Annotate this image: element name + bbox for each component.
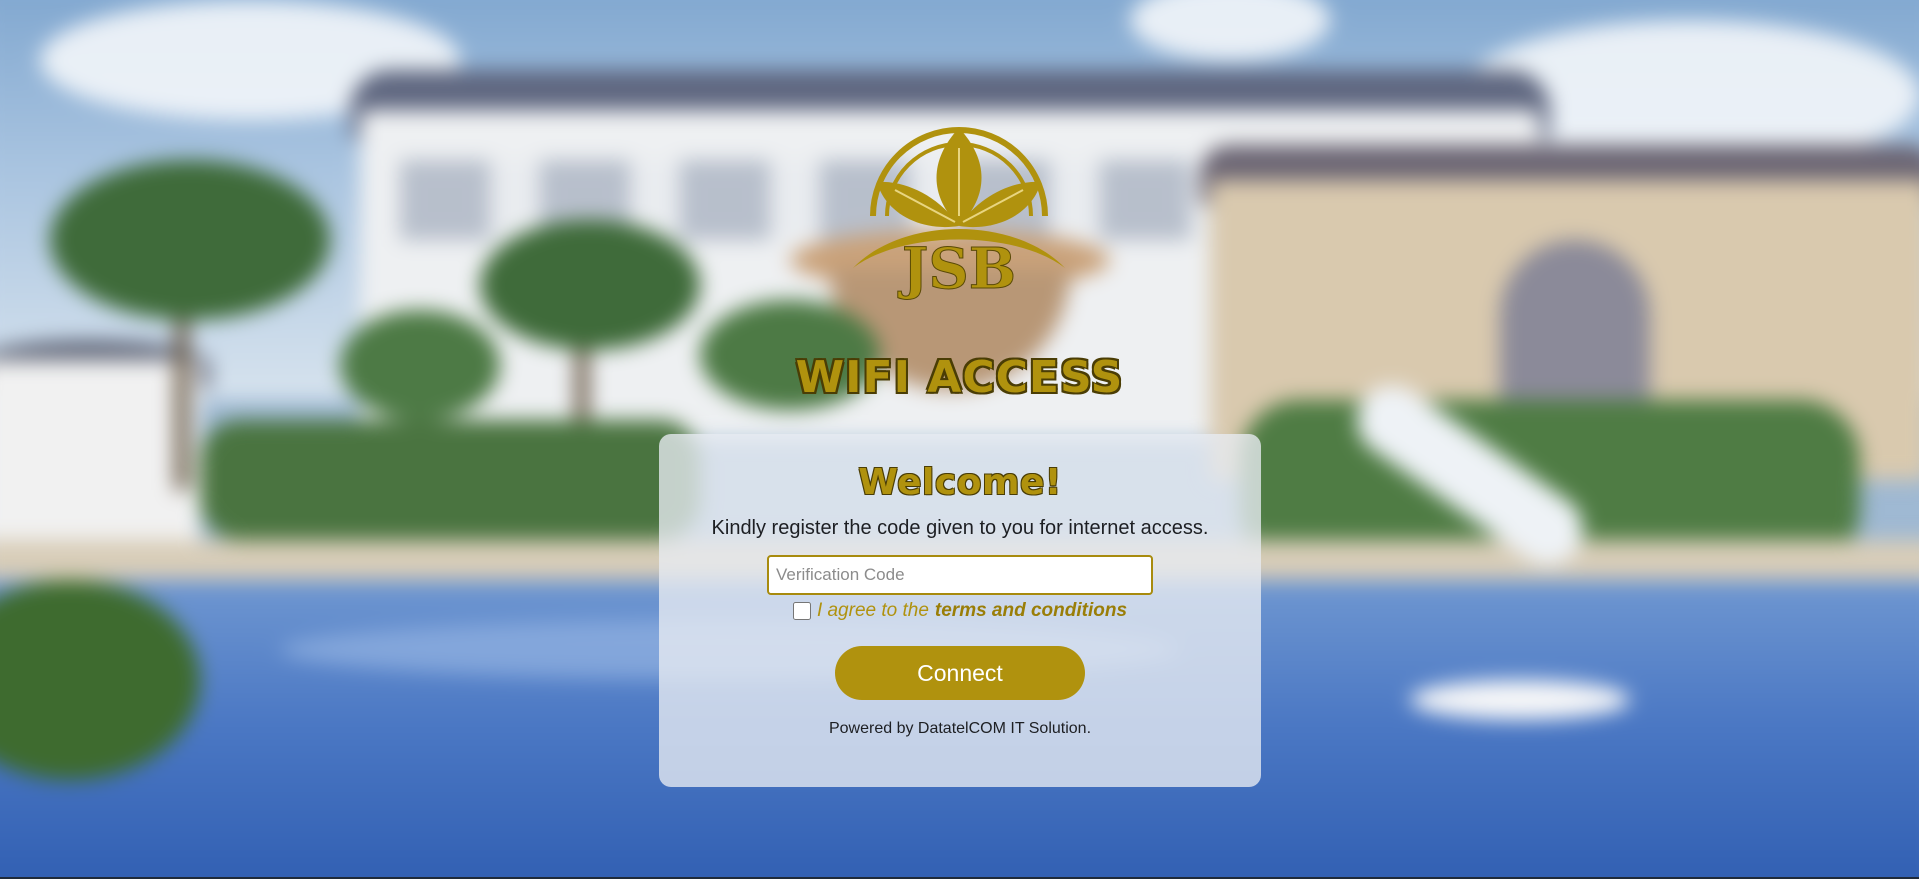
page-title: WIFI ACCESS [795, 352, 1124, 403]
lotus-leaves-icon: JSB [853, 127, 1065, 303]
jsb-logo: JSB [843, 98, 1075, 318]
logo-text: JSB [897, 236, 1016, 302]
connect-button[interactable]: Connect [835, 646, 1085, 700]
welcome-heading: Welcome! [858, 462, 1062, 503]
instruction-text: Kindly register the code given to you fo… [711, 517, 1209, 539]
terms-agreement-row: I agree to the terms and conditions [659, 600, 1261, 622]
login-card: Welcome! Kindly register the code given … [659, 434, 1261, 787]
powered-by-text: Powered by DatatelCOM IT Solution. [828, 720, 1092, 737]
terms-checkbox[interactable] [792, 602, 811, 620]
terms-link[interactable]: terms and conditions [935, 600, 1127, 622]
agree-label: I agree to the [816, 600, 929, 621]
verification-code-input[interactable] [767, 555, 1153, 595]
